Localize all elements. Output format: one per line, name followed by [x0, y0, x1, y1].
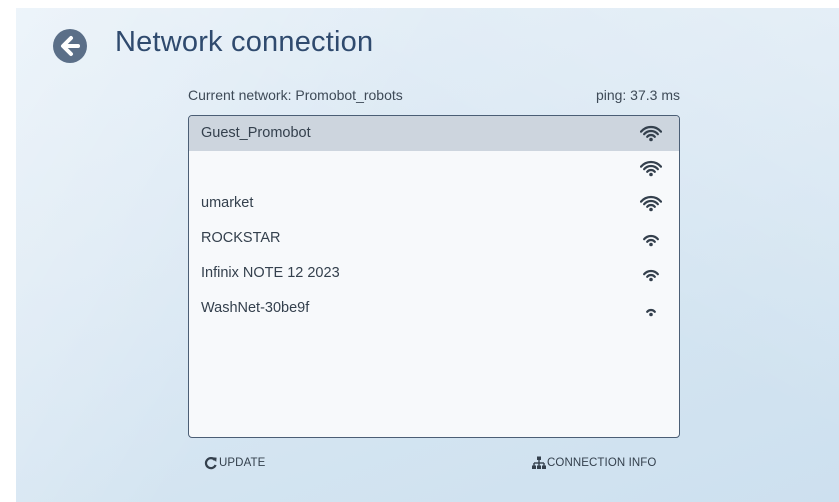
arrow-left-icon — [61, 36, 80, 56]
network-item[interactable]: Guest_Promobot — [189, 116, 679, 151]
wifi-signal-icon — [646, 308, 656, 317]
network-name: Infinix NOTE 12 2023 — [201, 265, 340, 281]
network-name: Guest_Promobot — [201, 125, 311, 141]
network-item[interactable]: Infinix NOTE 12 2023 — [189, 256, 679, 291]
network-list[interactable]: Guest_Promobot umarket ROCKSTAR Infinix … — [188, 115, 680, 438]
network-name: ROCKSTAR — [201, 230, 281, 246]
update-button[interactable]: UPDATE — [204, 455, 265, 471]
network-item[interactable]: ROCKSTAR — [189, 221, 679, 256]
page-title: Network connection — [115, 26, 374, 58]
network-status-row: Current network: Promobot_robots ping: 3… — [188, 87, 680, 107]
wifi-signal-icon — [643, 234, 659, 247]
wifi-signal-icon — [640, 195, 662, 212]
network-item[interactable]: umarket — [189, 186, 679, 221]
network-item[interactable]: WashNet-30be9f — [189, 291, 679, 326]
ping-label: ping: 37.3 ms — [595, 87, 680, 103]
wifi-signal-icon — [640, 160, 662, 177]
current-network-label: Current network: Promobot_robots — [188, 87, 403, 103]
update-label: UPDATE — [219, 457, 266, 469]
network-item[interactable] — [189, 151, 679, 186]
wifi-signal-icon — [643, 269, 659, 282]
connection-info-button[interactable]: CONNECTION INFO — [532, 455, 656, 471]
network-name: umarket — [201, 195, 254, 211]
network-name: WashNet-30be9f — [201, 300, 310, 316]
network-tree-icon — [532, 456, 546, 469]
wifi-signal-icon — [640, 125, 662, 142]
back-button[interactable] — [53, 29, 87, 63]
refresh-icon — [204, 457, 217, 470]
connection-info-label: CONNECTION INFO — [547, 457, 657, 469]
